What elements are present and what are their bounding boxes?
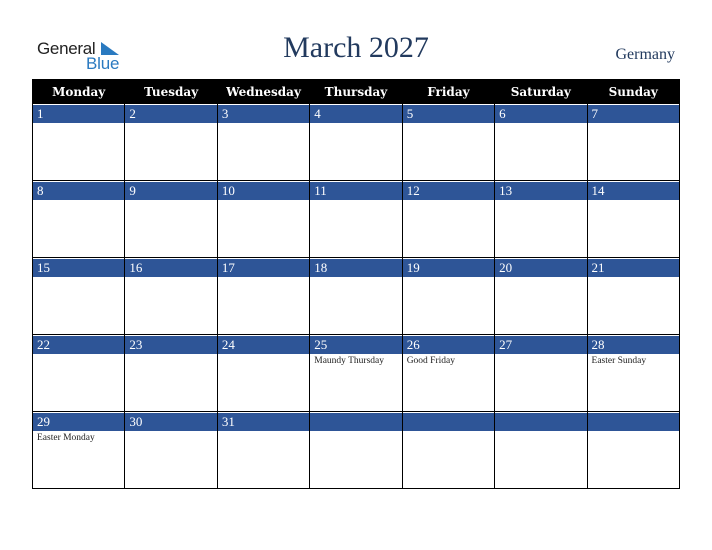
day-cell[interactable]: 19: [401, 257, 496, 335]
day-number: 31: [217, 412, 310, 431]
weekday-header: Friday: [401, 79, 496, 104]
day-number: 3: [217, 104, 310, 123]
day-number: 21: [587, 258, 679, 277]
day-number: 2: [125, 104, 217, 123]
day-cell[interactable]: 5: [401, 103, 496, 181]
day-number: 9: [125, 181, 217, 200]
day-number: 26: [402, 335, 495, 354]
day-cell[interactable]: 27: [494, 334, 588, 412]
week-row: 22 23 24 25 Maundy Thursday 26 Good Friday 27 28…: [31, 334, 681, 412]
day-number: 6: [495, 104, 587, 123]
day-number: [402, 412, 495, 431]
day-cell[interactable]: 11: [309, 180, 403, 258]
day-cell[interactable]: 28 Easter Sunday: [586, 334, 681, 412]
day-number: 29: [33, 412, 125, 431]
day-cell[interactable]: 10: [216, 180, 311, 258]
week-row: 29 Easter Monday 30 31: [31, 411, 681, 489]
day-cell[interactable]: [401, 411, 496, 489]
day-cell[interactable]: 2: [124, 103, 218, 181]
day-cell[interactable]: 17: [216, 257, 311, 335]
day-cell[interactable]: 20: [494, 257, 588, 335]
day-cell[interactable]: [586, 411, 681, 489]
holiday-label: Maundy Thursday: [314, 356, 385, 366]
calendar-grid: Monday Tuesday Wednesday Thursday Friday…: [31, 79, 681, 489]
weekday-header: Tuesday: [124, 79, 218, 104]
weekday-header: Saturday: [494, 79, 588, 104]
day-number: 13: [495, 181, 587, 200]
weekday-header: Monday: [31, 79, 126, 104]
day-cell[interactable]: 7: [586, 103, 681, 181]
day-cell[interactable]: 13: [494, 180, 588, 258]
day-number: 10: [217, 181, 310, 200]
weekday-header: Wednesday: [216, 79, 311, 104]
day-number: 22: [33, 335, 125, 354]
day-number: 20: [495, 258, 587, 277]
day-number: 5: [402, 104, 495, 123]
calendar-title: March 2027: [283, 31, 429, 64]
week-row: 8 9 10 11 12 13 14: [31, 180, 681, 258]
day-number: 16: [125, 258, 217, 277]
day-number: 30: [125, 412, 217, 431]
day-number: 1: [33, 104, 125, 123]
day-number: [310, 412, 402, 431]
day-cell[interactable]: 31: [216, 411, 311, 489]
day-cell[interactable]: 12: [401, 180, 496, 258]
day-cell[interactable]: 24: [216, 334, 311, 412]
day-number: 17: [217, 258, 310, 277]
day-number: 25: [310, 335, 402, 354]
day-cell[interactable]: 14: [586, 180, 681, 258]
day-cell[interactable]: 15: [31, 257, 126, 335]
day-cell[interactable]: 26 Good Friday: [401, 334, 496, 412]
day-number: 14: [587, 181, 679, 200]
country-label: Germany: [615, 46, 675, 63]
day-cell[interactable]: 16: [124, 257, 218, 335]
day-cell[interactable]: 6: [494, 103, 588, 181]
day-cell[interactable]: 23: [124, 334, 218, 412]
day-cell[interactable]: [309, 411, 403, 489]
day-cell[interactable]: 21: [586, 257, 681, 335]
day-number: 27: [495, 335, 587, 354]
weekday-header: Thursday: [309, 79, 403, 104]
day-number: 28: [587, 335, 679, 354]
week-row: 15 16 17 18 19 20 21: [31, 257, 681, 335]
day-number: [495, 412, 587, 431]
day-number: 12: [402, 181, 495, 200]
day-number: 7: [587, 104, 679, 123]
holiday-label: Easter Monday: [37, 433, 95, 443]
day-cell[interactable]: 1: [31, 103, 126, 181]
holiday-label: Good Friday: [406, 356, 455, 366]
week-row: 1234567: [31, 103, 681, 181]
day-cell[interactable]: 4: [309, 103, 403, 181]
holiday-label: Easter Sunday: [591, 356, 647, 366]
day-cell[interactable]: 9: [124, 180, 218, 258]
day-cell[interactable]: 30: [124, 411, 218, 489]
day-number: 18: [310, 258, 402, 277]
day-number: 11: [310, 181, 402, 200]
day-number: [587, 412, 679, 431]
day-number: 4: [310, 104, 402, 123]
day-number: 23: [125, 335, 217, 354]
day-cell[interactable]: 8: [31, 180, 126, 258]
day-number: 15: [33, 258, 125, 277]
day-cell[interactable]: 3: [216, 103, 311, 181]
day-cell[interactable]: [494, 411, 588, 489]
day-number: 24: [217, 335, 310, 354]
day-number: 8: [33, 181, 125, 200]
day-cell[interactable]: 25 Maundy Thursday: [309, 334, 403, 412]
day-cell[interactable]: 18: [309, 257, 403, 335]
weekday-header: Sunday: [586, 79, 681, 104]
day-cell[interactable]: 29 Easter Monday: [31, 411, 126, 489]
day-cell[interactable]: 22: [31, 334, 126, 412]
day-number: 19: [402, 258, 495, 277]
weekday-header-row: Monday Tuesday Wednesday Thursday Friday…: [31, 79, 681, 104]
